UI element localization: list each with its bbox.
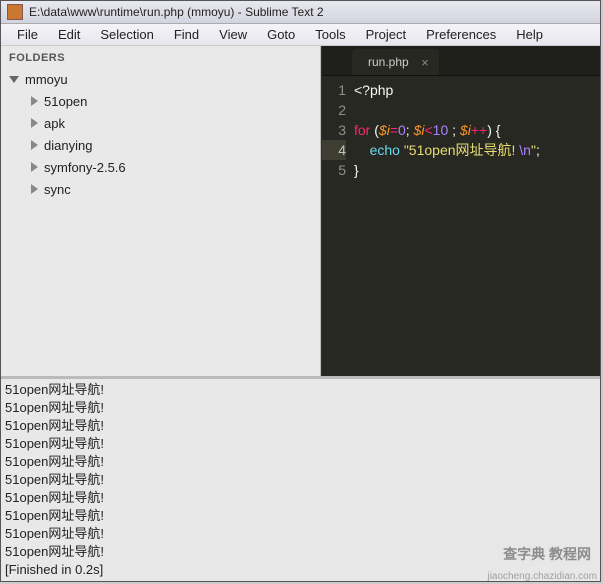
tree-root-label: mmoyu xyxy=(25,72,68,87)
gutter-line: 5 xyxy=(322,160,346,180)
gutter-line-active: 4 xyxy=(322,140,346,160)
folder-tree: mmoyu 51open apk dianying xyxy=(1,68,320,200)
watermark-text: 查字典 教程网 xyxy=(497,542,597,566)
code-line: <?php xyxy=(354,80,600,100)
gutter-line: 1 xyxy=(322,80,346,100)
code-line: for ($i=0; $i<10 ; $i++) { xyxy=(354,120,600,140)
menu-file[interactable]: File xyxy=(7,24,48,45)
menu-project[interactable]: Project xyxy=(356,24,416,45)
chevron-right-icon xyxy=(31,184,38,194)
tab-bar: run.php × xyxy=(322,46,600,76)
tree-root[interactable]: mmoyu xyxy=(1,68,320,90)
tree-item-label: symfony-2.5.6 xyxy=(44,160,126,175)
menu-selection[interactable]: Selection xyxy=(90,24,163,45)
gutter-line: 2 xyxy=(322,100,346,120)
tree-item[interactable]: sync xyxy=(1,178,320,200)
code-area[interactable]: 1 2 3 4 5 <?php for ($i=0; $i<10 ; $i++)… xyxy=(322,76,600,376)
close-icon[interactable]: × xyxy=(421,55,429,70)
sidebar-header: FOLDERS xyxy=(1,46,320,68)
code-line: echo "51open网址导航! \n"; xyxy=(354,140,600,160)
menu-goto[interactable]: Goto xyxy=(257,24,305,45)
code-line: } xyxy=(354,160,600,180)
tab-label: run.php xyxy=(368,55,409,69)
tree-item[interactable]: symfony-2.5.6 xyxy=(1,156,320,178)
tree-item-label: dianying xyxy=(44,138,92,153)
tree-item[interactable]: dianying xyxy=(1,134,320,156)
chevron-right-icon xyxy=(31,118,38,128)
menu-tools[interactable]: Tools xyxy=(305,24,355,45)
tree-item-label: sync xyxy=(44,182,71,197)
tree-item[interactable]: apk xyxy=(1,112,320,134)
watermark-url: jiaocheng.chazidian.com xyxy=(487,571,597,582)
window-title: E:\data\www\runtime\run.php (mmoyu) - Su… xyxy=(29,5,324,19)
tree-item-label: apk xyxy=(44,116,65,131)
app-icon xyxy=(7,4,23,20)
menu-view[interactable]: View xyxy=(209,24,257,45)
menu-help[interactable]: Help xyxy=(506,24,553,45)
code-line xyxy=(354,100,600,120)
tree-item-label: 51open xyxy=(44,94,87,109)
editor-tab[interactable]: run.php × xyxy=(352,49,439,75)
editor: run.php × 1 2 3 4 5 <?php for xyxy=(321,46,600,376)
chevron-right-icon xyxy=(31,162,38,172)
titlebar[interactable]: E:\data\www\runtime\run.php (mmoyu) - Su… xyxy=(1,1,600,24)
line-gutter: 1 2 3 4 5 xyxy=(322,80,354,376)
gutter-line: 3 xyxy=(322,120,346,140)
code-content[interactable]: <?php for ($i=0; $i<10 ; $i++) { echo "5… xyxy=(354,80,600,376)
menubar: File Edit Selection Find View Goto Tools… xyxy=(1,24,600,46)
menu-edit[interactable]: Edit xyxy=(48,24,90,45)
sidebar: FOLDERS mmoyu 51open apk xyxy=(1,46,321,376)
chevron-right-icon xyxy=(31,140,38,150)
menu-find[interactable]: Find xyxy=(164,24,209,45)
tree-item[interactable]: 51open xyxy=(1,90,320,112)
chevron-right-icon xyxy=(31,96,38,106)
app-window: E:\data\www\runtime\run.php (mmoyu) - Su… xyxy=(0,0,601,582)
menu-preferences[interactable]: Preferences xyxy=(416,24,506,45)
chevron-down-icon xyxy=(9,76,19,83)
